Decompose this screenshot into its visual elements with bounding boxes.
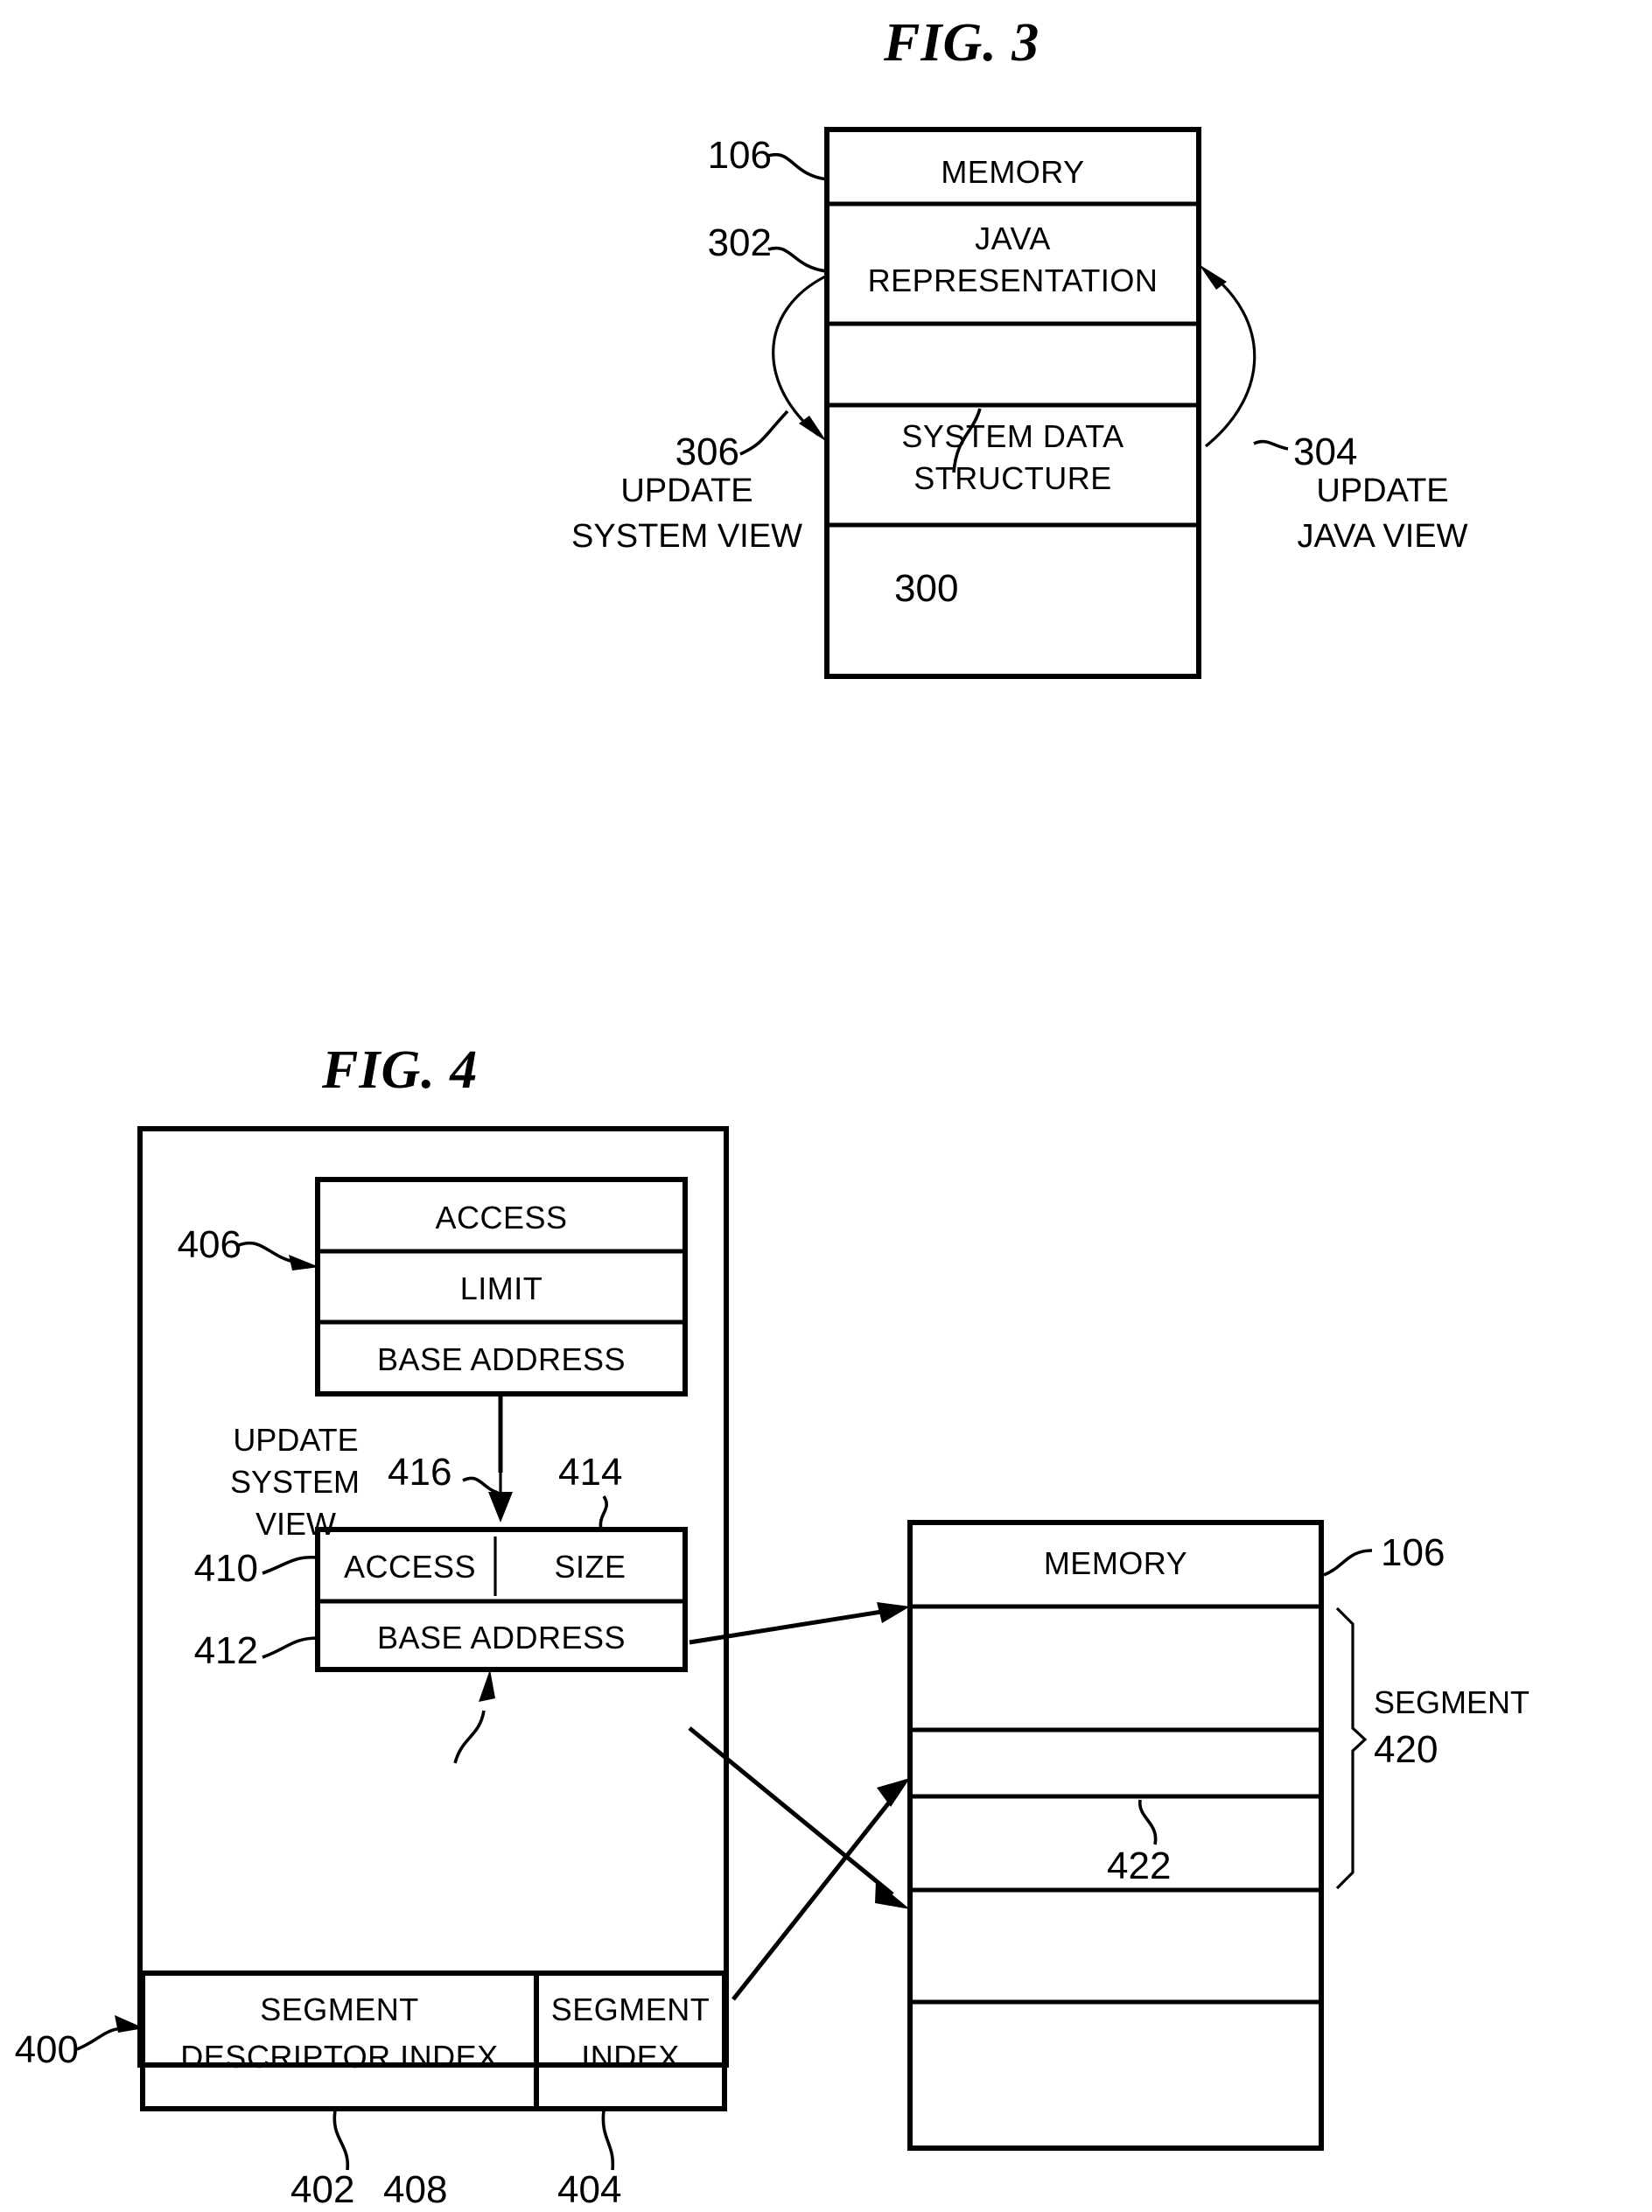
fig4-segment-descriptor-index-line2: DESCRIPTOR INDEX — [180, 2039, 499, 2075]
fig3-ref-300: 300 — [894, 567, 959, 610]
fig4-arrowhead-access-to-memory — [877, 1602, 910, 1623]
fig4-leader-402 — [332, 2110, 350, 2171]
fig4-ref-402: 402 — [290, 2168, 355, 2211]
fig4-segment-index-line1: SEGMENT — [550, 1992, 710, 2027]
fig4-ref-414: 414 — [558, 1451, 623, 1494]
fig4-leader-412 — [262, 1636, 318, 1659]
fig4-outer-container — [137, 1126, 729, 2068]
fig4-ref-404: 404 — [557, 2168, 622, 2211]
fig4-update-label-line3: VIEW — [255, 1506, 336, 1542]
fig4-leader-408 — [453, 1710, 486, 1764]
fig3-leader-304 — [1253, 439, 1289, 451]
fig3-ref-302: 302 — [707, 221, 772, 264]
fig3-row-java-label-line1: JAVA — [975, 220, 1051, 256]
fig4-arrowhead-406 — [289, 1255, 319, 1270]
fig3-row-memory-label: MEMORY — [941, 154, 1085, 190]
fig4-segment-index-line2: INDEX — [581, 2039, 680, 2075]
fig4-leader-414 — [598, 1495, 608, 1530]
fig3-arc-update-system-view — [772, 274, 828, 437]
fig4-segment-bracket — [1335, 1606, 1368, 1890]
fig4-segment-descriptor-index-line1: SEGMENT — [260, 1992, 419, 2027]
fig3-callout-left-line2: SYSTEM VIEW — [571, 518, 802, 555]
fig4-arrowhead-base-to-memory — [875, 1881, 910, 1909]
fig4-java-descriptor-row-access: ACCESS — [435, 1200, 568, 1236]
fig4-update-label-line2: SYSTEM — [229, 1464, 360, 1500]
fig3-leader-302 — [767, 246, 828, 273]
fig4-java-descriptor-row-base-address: BASE ADDRESS — [376, 1341, 626, 1377]
fig3-callout-right-line1: UPDATE — [1316, 472, 1449, 509]
fig4-memory-header: MEMORY — [1043, 1545, 1188, 1581]
fig3-ref-306: 306 — [675, 430, 739, 473]
fig4-leader-406 — [238, 1241, 298, 1264]
fig4-update-arrow-head — [488, 1492, 513, 1522]
fig4-ref-416: 416 — [388, 1451, 452, 1494]
fig3-arc-update-java-view — [1204, 270, 1256, 448]
fig4-ref-106: 106 — [1381, 1531, 1446, 1574]
figure-3-group — [739, 127, 1289, 679]
fig3-row-sds-label-line1: SYSTEM DATA — [901, 418, 1124, 454]
fig3-leader-306 — [739, 410, 789, 456]
fig4-arrowhead-408 — [479, 1670, 495, 1702]
fig4-segment-bracket-label: SEGMENT — [1374, 1684, 1530, 1720]
fig4-memory-outer-box — [907, 1520, 1324, 2151]
fig4-ref-420: 420 — [1374, 1728, 1438, 1771]
fig3-leader-106 — [767, 152, 828, 181]
fig3-row-java-label-line2: REPRESENTATION — [867, 262, 1158, 298]
fig3-title: FIG. 3 — [884, 13, 1040, 73]
fig4-ref-406: 406 — [177, 1223, 242, 1266]
fig4-leader-422 — [1138, 1799, 1158, 1845]
fig4-ref-422: 422 — [1107, 1844, 1172, 1887]
fig4-system-descriptor-access: ACCESS — [343, 1549, 477, 1585]
fig4-title: FIG. 4 — [322, 1040, 479, 1100]
fig4-ref-410: 410 — [193, 1547, 258, 1590]
fig3-callout-right-line2: JAVA VIEW — [1297, 518, 1468, 555]
fig4-ref-412: 412 — [193, 1629, 258, 1672]
fig3-callout-left-line1: UPDATE — [620, 472, 753, 509]
fig4-java-descriptor-row-limit: LIMIT — [459, 1270, 543, 1306]
fig4-leader-106 — [1323, 1549, 1373, 1577]
fig4-leader-404 — [601, 2110, 615, 2171]
fig4-arrow-base-to-memory — [688, 1726, 894, 1896]
fig4-update-label-line1: UPDATE — [233, 1422, 359, 1458]
fig4-system-descriptor-base-address: BASE ADDRESS — [376, 1620, 626, 1656]
drawing-canvas — [76, 127, 1373, 2171]
fig4-arrow-access-to-memory — [689, 1607, 893, 1645]
patent-drawing-sheet: FIG. 3 106 302 MEMORY JAVA REPRESENTATIO… — [0, 0, 1652, 2211]
fig4-ref-408: 408 — [383, 2168, 448, 2211]
fig4-arrowhead-index-to-memory — [877, 1778, 910, 1807]
fig4-leader-410 — [262, 1555, 318, 1575]
fig4-ref-400: 400 — [14, 2028, 79, 2071]
fig4-leader-416 — [462, 1476, 499, 1494]
fig3-ref-304: 304 — [1293, 430, 1358, 473]
fig3-row-sds-label-line2: STRUCTURE — [914, 460, 1112, 496]
fig3-ref-106: 106 — [707, 134, 772, 177]
fig4-system-descriptor-size: SIZE — [554, 1549, 626, 1585]
